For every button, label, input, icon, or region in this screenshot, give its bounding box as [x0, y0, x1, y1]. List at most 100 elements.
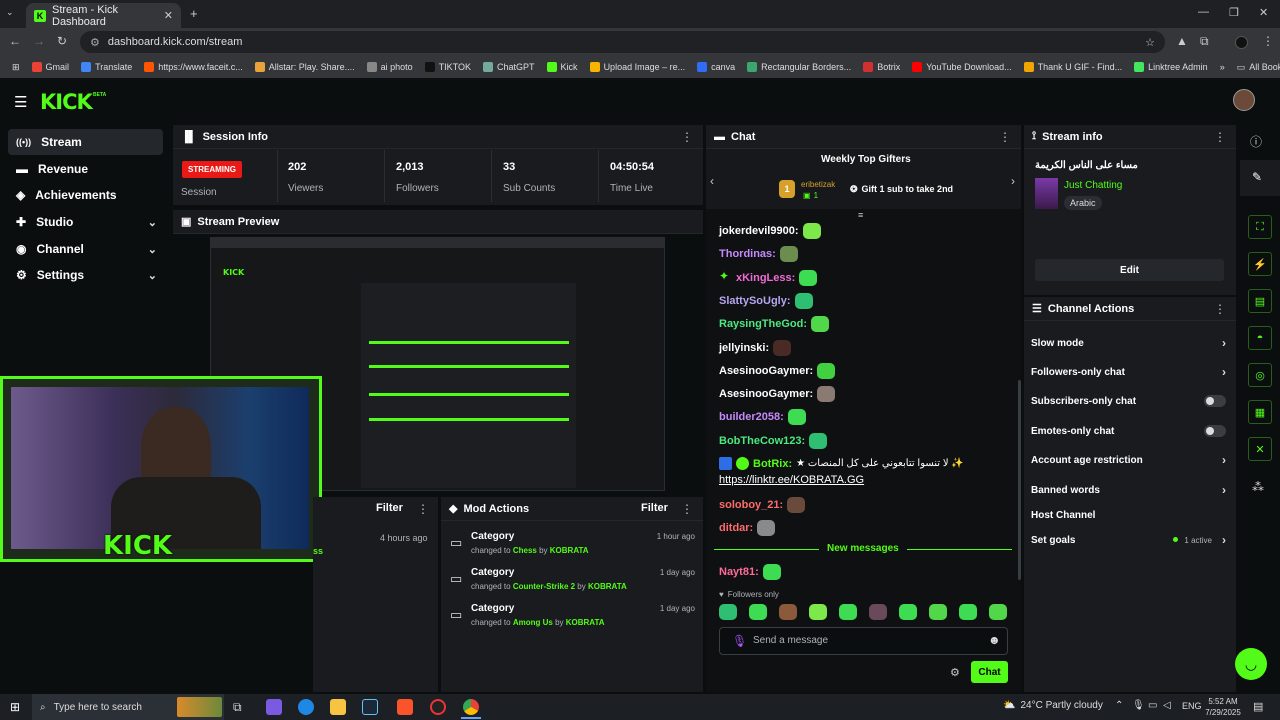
chat-scrollbar[interactable]: [1018, 380, 1021, 580]
detail-target[interactable]: Counter-Strike 2: [513, 582, 575, 591]
more-options-icon[interactable]: ⋮: [417, 502, 429, 516]
extensions-puzzle-icon[interactable]: ⧉: [1200, 34, 1209, 49]
bookmark-item[interactable]: Linktree Admin: [1128, 62, 1214, 72]
filter-button[interactable]: Filter: [376, 502, 403, 514]
channel-action-subscribers-only-chat[interactable]: Subscribers-only chat: [1031, 394, 1226, 408]
pencil-icon[interactable]: ✎: [1252, 170, 1262, 184]
sidebar-item-achievements[interactable]: ◈ Achievements: [8, 182, 163, 208]
chat-bubble-icon[interactable]: ◓: [1248, 326, 1272, 350]
windows-start-icon[interactable]: ⊞: [10, 700, 20, 714]
broadcast-icon[interactable]: ◎: [1248, 363, 1272, 387]
chat-link[interactable]: https://linktr.ee/KOBRATA.GG: [719, 474, 864, 486]
chat-emote-icon[interactable]: [762, 564, 781, 580]
chat-emote-icon[interactable]: [787, 409, 806, 426]
emote-shortcut-icon[interactable]: [839, 604, 857, 620]
document-icon[interactable]: ▤: [1248, 289, 1272, 313]
more-options-icon[interactable]: ⋮: [1214, 302, 1226, 316]
chat-username[interactable]: BobTheCow123:: [719, 435, 805, 447]
bookmark-item[interactable]: Rectangular Borders...: [741, 62, 857, 72]
browser-tab[interactable]: K Stream - Kick Dashboard ✕: [26, 3, 181, 28]
chat-emote-icon[interactable]: [809, 432, 828, 449]
detail-target[interactable]: Among Us: [513, 618, 553, 627]
collapse-banner-icon[interactable]: ≡: [858, 210, 863, 220]
bookmark-item[interactable]: Translate: [75, 62, 138, 72]
bookmark-item[interactable]: Allstar: Play. Share....: [249, 62, 361, 72]
category-name[interactable]: Just Chatting: [1064, 180, 1122, 191]
emote-shortcut-icon[interactable]: [749, 604, 767, 620]
language-indicator[interactable]: ENG: [1182, 701, 1202, 711]
reload-icon[interactable]: ↻: [57, 34, 67, 48]
detail-user[interactable]: KOBRATA: [550, 546, 589, 555]
community-icon[interactable]: ⁂: [1252, 480, 1264, 494]
sidebar-item-settings[interactable]: ⚙ Settings ⌄: [8, 262, 163, 288]
bookmark-item[interactable]: canva: [691, 62, 741, 72]
channel-action-emotes-only-chat[interactable]: Emotes-only chat: [1031, 424, 1226, 438]
extension-icon[interactable]: ▲: [1176, 34, 1188, 48]
hamburger-menu-icon[interactable]: ☰: [14, 93, 27, 111]
chat-emote-icon[interactable]: [811, 316, 830, 333]
chrome-icon[interactable]: [463, 699, 479, 715]
emoji-picker-icon[interactable]: ☻: [988, 633, 1001, 647]
bookmark-item[interactable]: YouTube Download...: [906, 62, 1017, 72]
user-avatar[interactable]: [1233, 89, 1255, 111]
weather-widget[interactable]: ⛅ 24°C Partly cloudy: [1003, 700, 1103, 711]
chat-username[interactable]: builder2058:: [719, 411, 784, 423]
chat-username[interactable]: SlattySoUgly:: [719, 295, 791, 307]
minimize-button[interactable]: —: [1198, 6, 1209, 18]
filter-button[interactable]: Filter: [641, 502, 668, 514]
channel-action-banned-words[interactable]: Banned words ›: [1031, 483, 1226, 497]
back-icon[interactable]: ←: [9, 34, 21, 48]
brave-icon[interactable]: [397, 699, 413, 715]
chat-username[interactable]: ditdar:: [719, 522, 753, 534]
chat-username[interactable]: jellyinski:: [719, 342, 769, 354]
bookmark-item[interactable]: ai photo: [361, 62, 419, 72]
volume-icon[interactable]: ◁: [1163, 700, 1171, 711]
more-options-icon[interactable]: ⋮: [681, 130, 693, 144]
emote-shortcut-icon[interactable]: [989, 604, 1007, 620]
task-view-icon[interactable]: ⧉: [233, 700, 242, 715]
chat-emote-icon[interactable]: [817, 362, 836, 379]
chat-emote-icon[interactable]: [817, 386, 836, 403]
channel-action-account-age-restriction[interactable]: Account age restriction ›: [1031, 453, 1226, 467]
edit-stream-button[interactable]: Edit: [1035, 259, 1224, 281]
emote-shortcut-icon[interactable]: [869, 604, 887, 620]
url-bar[interactable]: ⚙ dashboard.kick.com/stream ☆: [80, 31, 1165, 53]
emote-shortcut-icon[interactable]: [899, 604, 917, 620]
toggle-switch[interactable]: [1204, 425, 1226, 437]
chat-username[interactable]: Nayt81:: [719, 566, 759, 578]
network-icon[interactable]: ▭: [1148, 700, 1157, 711]
microphone-tray-icon[interactable]: 🎙: [1132, 700, 1145, 711]
emote-shortcut-icon[interactable]: [959, 604, 977, 620]
browser-menu-icon[interactable]: ⋮: [1262, 34, 1274, 48]
chevron-left-icon[interactable]: ‹: [710, 174, 714, 188]
window-close-button[interactable]: ✕: [1259, 6, 1268, 19]
chat-settings-gear-icon[interactable]: ⚙: [950, 666, 960, 679]
file-explorer-icon[interactable]: [330, 699, 346, 715]
chat-emote-icon[interactable]: [799, 269, 818, 286]
chat-username[interactable]: RaysingTheGod:: [719, 318, 807, 330]
chat-emote-icon[interactable]: [757, 520, 776, 536]
toggle-switch[interactable]: [1204, 395, 1226, 407]
sidebar-item-studio[interactable]: ✚ Studio ⌄: [8, 209, 163, 235]
emote-shortcut-icon[interactable]: [719, 604, 737, 620]
chevron-right-icon[interactable]: ›: [1011, 174, 1015, 188]
chat-emote-icon[interactable]: [794, 292, 813, 309]
support-headset-icon[interactable]: ◡: [1235, 648, 1267, 680]
edge-icon[interactable]: [298, 699, 314, 715]
chat-username[interactable]: jokerdevil9900:: [719, 225, 799, 237]
detail-user[interactable]: KOBRATA: [588, 582, 627, 591]
chat-emote-icon[interactable]: [773, 339, 792, 356]
emote-shortcut-icon[interactable]: [929, 604, 947, 620]
gifter-name[interactable]: eribetizak: [801, 180, 835, 189]
chat-emote-icon[interactable]: [787, 497, 806, 513]
microphone-icon[interactable]: 🎙: [732, 634, 747, 648]
send-chat-button[interactable]: Chat: [971, 661, 1008, 683]
taskbar-clock[interactable]: 5:52 AM 7/29/2025: [1203, 696, 1243, 718]
detail-target[interactable]: Chess: [513, 546, 537, 555]
chat-input-box[interactable]: 🎙 Send a message ☻: [719, 627, 1008, 655]
forward-icon[interactable]: →: [33, 34, 45, 48]
more-options-icon[interactable]: ⋮: [681, 502, 693, 516]
tab-search-icon[interactable]: ⌄: [6, 7, 14, 18]
chat-input[interactable]: Send a message: [753, 635, 828, 646]
tray-expand-icon[interactable]: ⌃: [1115, 700, 1123, 711]
